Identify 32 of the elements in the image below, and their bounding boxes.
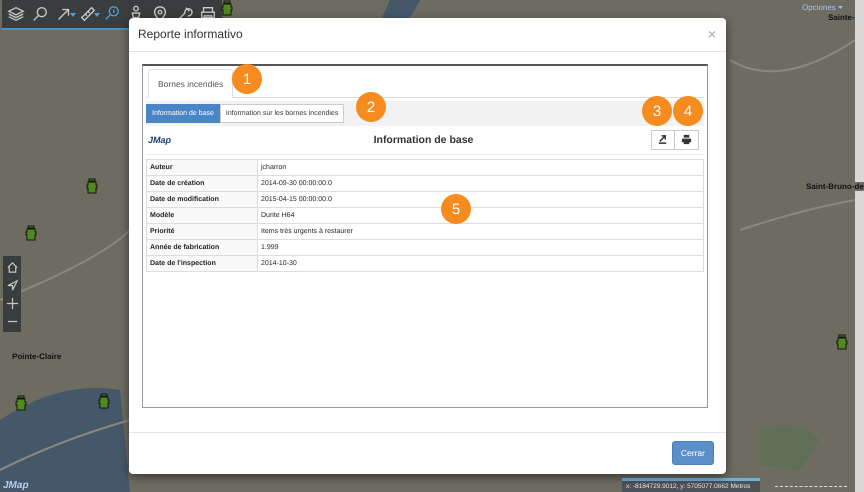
caret-icon: [70, 13, 76, 17]
hydrant-icon[interactable]: [86, 178, 98, 194]
section-heading: Information de base: [374, 134, 474, 146]
export-icon: [657, 134, 668, 146]
hydrant-icon[interactable]: [221, 0, 233, 16]
logo: JMap: [148, 134, 172, 145]
map-logo: JMap: [3, 480, 29, 491]
hydrant-icon[interactable]: [836, 334, 848, 350]
ruler-icon: [79, 5, 97, 23]
caret-icon: [838, 6, 843, 9]
print-icon: [680, 134, 692, 146]
hydrant-icon[interactable]: [15, 395, 27, 411]
hydrant-icon[interactable]: [98, 393, 110, 409]
hydrant-icon[interactable]: [25, 225, 37, 241]
tab[interactable]: Bornes incendies: [148, 68, 234, 98]
place-label: Sainte-: [828, 13, 855, 22]
place-label: Pointe-Claire: [12, 352, 62, 361]
layers-icon: [7, 5, 25, 23]
dialog-title: Reporte informativo: [138, 27, 243, 42]
close-button[interactable]: ×: [708, 26, 716, 42]
plus-icon: [6, 296, 18, 310]
info-icon: [103, 5, 121, 23]
caret-icon: [94, 13, 100, 17]
options-menu[interactable]: Opciones: [802, 3, 843, 12]
navigate-icon: [6, 278, 18, 292]
place-label: Saint-Bruno-de: [806, 182, 864, 191]
export-button[interactable]: [650, 130, 675, 150]
home-icon: [6, 260, 18, 274]
close-dialog-button[interactable]: Cerrar: [672, 441, 714, 466]
scale-bar: [775, 486, 847, 488]
print-button[interactable]: [674, 130, 699, 150]
search-icon: [31, 5, 49, 23]
